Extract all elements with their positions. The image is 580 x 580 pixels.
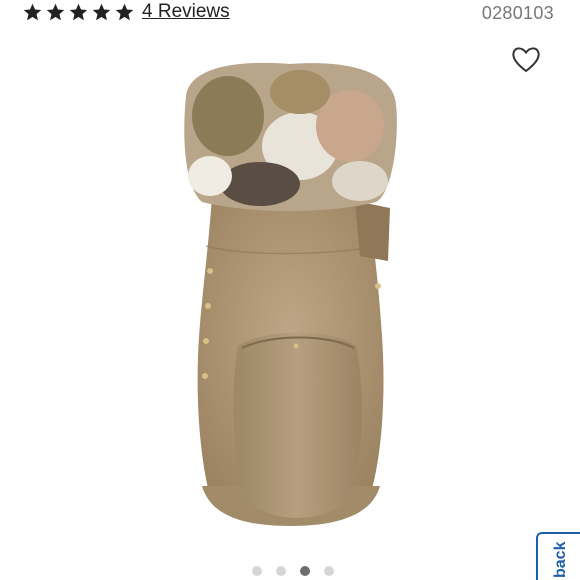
star-icon [23, 3, 42, 21]
carousel-dot-active[interactable] [300, 566, 310, 576]
feedback-label: back [552, 541, 569, 578]
star-icon [92, 3, 111, 21]
carousel-dot[interactable] [252, 566, 262, 576]
product-header: 4 Reviews 0280103 [0, 0, 580, 30]
star-icon [115, 3, 134, 21]
product-image [184, 62, 397, 526]
heart-outline-icon[interactable] [510, 44, 542, 74]
feedback-tab[interactable]: back [536, 532, 580, 580]
carousel-dot[interactable] [324, 566, 334, 576]
star-icon [46, 3, 65, 21]
star-icon [69, 3, 88, 21]
carousel-dot[interactable] [276, 566, 286, 576]
product-sku: 0280103 [481, 3, 554, 23]
reviews-link[interactable]: 4 Reviews [142, 1, 230, 23]
carousel-indicator [252, 566, 334, 576]
star-rating [22, 2, 135, 23]
